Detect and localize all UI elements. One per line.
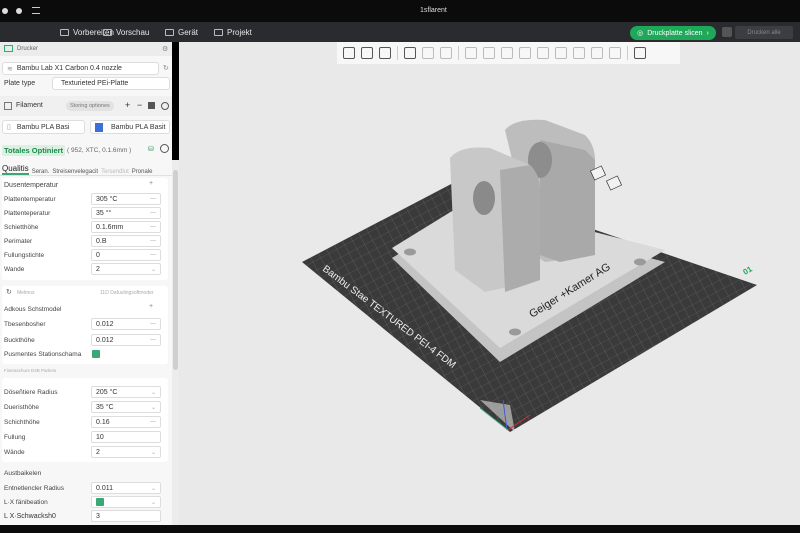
plate-number: 01 [742,264,755,277]
plate-lock-icon[interactable] [605,175,623,191]
mount-hole [634,258,646,266]
build-scene: Bambu Stae TEXTURED PEI-4 FDM 01 Geiger … [302,119,757,432]
model-lug-side [500,165,540,292]
lug-hole [473,181,495,215]
mount-hole [404,248,416,256]
mount-hole [509,328,521,336]
status-bar [0,525,800,533]
